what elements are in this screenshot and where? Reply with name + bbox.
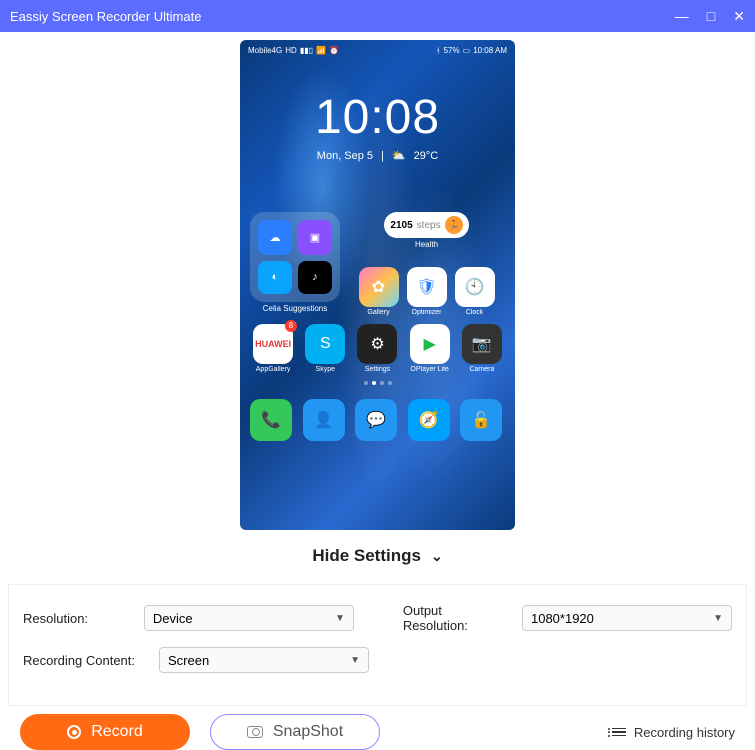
oplayer-app[interactable]: ▶ bbox=[410, 324, 450, 364]
status-time: 10:08 AM bbox=[473, 46, 507, 55]
optimizer-app[interactable]: 🛡 bbox=[407, 267, 447, 307]
dock: 📞 👤 💬 🧭 🔓 bbox=[240, 385, 515, 441]
snapshot-label: SnapShot bbox=[273, 723, 343, 741]
clock-date: Mon, Sep 5 bbox=[317, 150, 373, 162]
phone-status-bar: Mobile4G HD ▮▮▯ 📶 ⏰ ᚼ 57% ▭ 10:08 AM bbox=[240, 40, 515, 60]
output-resolution-label: Output Resolution: bbox=[403, 603, 508, 633]
maximize-button[interactable]: □ bbox=[707, 8, 715, 25]
close-button[interactable]: ✕ bbox=[733, 8, 745, 25]
recording-content-select[interactable]: Screen ▼ bbox=[159, 647, 369, 673]
output-resolution-value: 1080*1920 bbox=[531, 611, 594, 626]
record-icon bbox=[67, 725, 81, 739]
lock-app[interactable]: 🔓 bbox=[460, 399, 502, 441]
phone-preview: Mobile4G HD ▮▮▯ 📶 ⏰ ᚼ 57% ▭ 10:08 AM 10:… bbox=[240, 40, 515, 530]
cast-icon: ▣ bbox=[298, 220, 332, 255]
alarm-icon: ⏰ bbox=[329, 46, 339, 55]
health-widget[interactable]: 2105 steps 🏃 bbox=[384, 212, 468, 238]
output-resolution-select[interactable]: 1080*1920 ▼ bbox=[522, 605, 732, 631]
cloud-icon: ☁ bbox=[258, 220, 292, 255]
skype-app[interactable]: S bbox=[305, 324, 345, 364]
chevron-down-icon: ▼ bbox=[713, 613, 723, 624]
clock-weather: 29°C bbox=[414, 150, 439, 162]
health-label: Health bbox=[415, 240, 438, 249]
steps-count: 2105 bbox=[390, 220, 412, 231]
recording-content-value: Screen bbox=[168, 653, 209, 668]
phone-app[interactable]: 📞 bbox=[250, 399, 292, 441]
chevron-down-icon: ⌄ bbox=[431, 548, 443, 565]
camera-icon bbox=[247, 726, 263, 738]
snapshot-button[interactable]: SnapShot bbox=[210, 714, 380, 750]
gallery-app[interactable]: ✿ bbox=[359, 267, 399, 307]
messages-app[interactable]: 💬 bbox=[355, 399, 397, 441]
phone-preview-area: Mobile4G HD ▮▮▯ 📶 ⏰ ᚼ 57% ▭ 10:08 AM 10:… bbox=[0, 32, 755, 530]
camera-app[interactable]: 📷 bbox=[462, 324, 502, 364]
bluetooth-icon: ᚼ bbox=[436, 46, 441, 55]
clock-app[interactable]: 🕙 bbox=[455, 267, 495, 307]
folder-label: Celia Suggestions bbox=[263, 304, 327, 313]
hide-settings-label: Hide Settings bbox=[312, 546, 421, 566]
chevron-down-icon: ▼ bbox=[350, 655, 360, 666]
steps-unit: steps bbox=[417, 220, 441, 231]
contacts-app[interactable]: 👤 bbox=[303, 399, 345, 441]
battery-pct: 57% bbox=[444, 46, 460, 55]
run-icon: 🏃 bbox=[445, 216, 463, 234]
window-controls: — □ ✕ bbox=[675, 8, 745, 25]
appgallery-app[interactable]: HUAWEI8 bbox=[253, 324, 293, 364]
badge: 8 bbox=[285, 320, 297, 332]
battery-icon: ▭ bbox=[463, 46, 471, 55]
bottom-bar: Record SnapShot Recording history bbox=[0, 714, 755, 750]
resolution-select[interactable]: Device ▼ bbox=[144, 605, 354, 631]
app-title: Eassiy Screen Recorder Ultimate bbox=[10, 9, 675, 24]
carrier-label: Mobile4G bbox=[248, 46, 282, 55]
signal-icon: ▮▮▯ bbox=[300, 46, 313, 55]
browser-app[interactable]: 🧭 bbox=[408, 399, 450, 441]
lock-clock: 10:08 Mon, Sep 5 | ⛅ 29°C bbox=[240, 90, 515, 162]
settings-panel: Resolution: Device ▼ Output Resolution: … bbox=[8, 584, 747, 706]
minimize-button[interactable]: — bbox=[675, 8, 689, 25]
weather-icon: ⛅ bbox=[392, 149, 406, 162]
wifi-icon: 📶 bbox=[316, 46, 326, 55]
globe-icon: ◐ bbox=[258, 261, 292, 295]
tiktok-icon: ♪ bbox=[298, 261, 332, 295]
suggestions-folder[interactable]: ☁ ▣ ◐ ♪ bbox=[250, 212, 340, 302]
resolution-label: Resolution: bbox=[23, 611, 130, 626]
record-button[interactable]: Record bbox=[20, 714, 190, 750]
list-icon bbox=[612, 728, 626, 737]
titlebar: Eassiy Screen Recorder Ultimate — □ ✕ bbox=[0, 0, 755, 32]
settings-app[interactable]: ⚙ bbox=[357, 324, 397, 364]
clock-time: 10:08 bbox=[240, 90, 515, 145]
hide-settings-toggle[interactable]: Hide Settings ⌄ bbox=[0, 546, 755, 566]
chevron-down-icon: ▼ bbox=[335, 613, 345, 624]
history-label: Recording history bbox=[634, 725, 735, 740]
resolution-value: Device bbox=[153, 611, 193, 626]
record-label: Record bbox=[91, 723, 143, 741]
hd-badge: HD bbox=[285, 46, 297, 55]
recording-content-label: Recording Content: bbox=[23, 653, 145, 668]
recording-history-link[interactable]: Recording history bbox=[612, 725, 735, 740]
